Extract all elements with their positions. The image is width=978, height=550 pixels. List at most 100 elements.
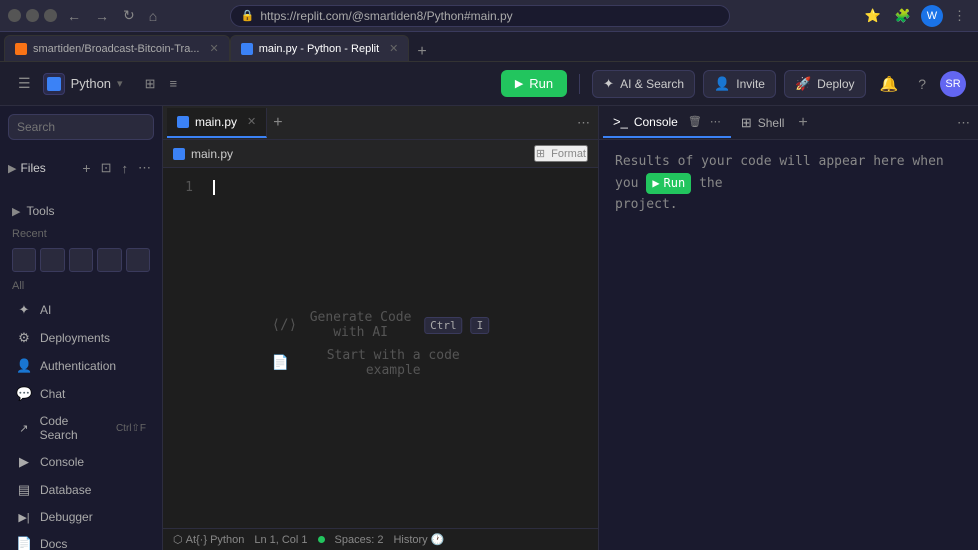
invite-button[interactable]: 👤 Invite [703,70,776,98]
files-icon-button[interactable]: ⊞ [139,72,162,96]
sidebar-item-console[interactable]: ▶ Console [4,449,158,475]
profile-button[interactable]: W [921,5,943,27]
nav-reload-button[interactable]: ↻ [119,5,139,26]
sidebar-item-docs[interactable]: 📄 Docs [4,531,158,550]
sidebar-item-deployments[interactable]: ⚙ Deployments [4,325,158,351]
sidebar-item-authentication[interactable]: 👤 Authentication [4,353,158,379]
i-kbd: I [471,317,490,334]
run-inline-button[interactable]: ▶ Run [646,173,691,194]
recent-thumb-2[interactable] [40,248,64,272]
repl-controls: ☰ Python ▾ [12,71,123,96]
ai-icon: ✦ [603,76,614,92]
format-button[interactable]: ⊞ Format [534,145,588,162]
console-clear-button[interactable]: 🗑 [688,115,702,128]
output-text-the: the [699,176,722,191]
files-new-file-button[interactable]: + [79,158,93,178]
python-status-label: At{·} Python [186,534,245,546]
sidebar-toggle-button[interactable]: ☰ [12,71,37,96]
start-hint-line[interactable]: 📄 Start with a code example [272,348,490,378]
files-header: ▶ Files + ⊡ ↑ ⋯ [0,152,162,182]
right-panel-tabs: >_ Console 🗑 ⋯ ⊞ Shell + ⋯ [599,106,978,140]
history-status[interactable]: History 🕐 [393,533,444,546]
ctrl-kbd: Ctrl [424,317,463,334]
files-upload-button[interactable]: ↑ [119,159,132,178]
format-icon: ⊞ [536,148,545,160]
new-tab-button[interactable]: + [409,43,434,61]
recent-thumb-4[interactable] [97,248,121,272]
python-status-icon: ⬡ [173,533,183,546]
nav-forward-button[interactable]: → [91,6,113,26]
editor-more-button[interactable]: ⋯ [573,113,594,133]
recent-section: Recent [0,224,162,276]
tools-section-header[interactable]: ▶ Tools [0,198,162,220]
more-icon-button[interactable]: ≡ [163,72,183,96]
right-tab-add-button[interactable]: + [794,114,811,132]
invite-label: Invite [736,77,765,91]
run-button[interactable]: ▶ Run [501,70,567,97]
chat-label: Chat [40,387,65,401]
tools-expand-icon: ▶ [12,205,20,218]
file-tab-header: main.py ⊞ Format [163,140,598,168]
tab-close-icon[interactable]: ✕ [389,42,398,55]
tab-console[interactable]: >_ Console 🗑 ⋯ [603,108,731,138]
notifications-button[interactable]: 🔔 [874,71,905,97]
editor-tab-main-py[interactable]: main.py ✕ [167,108,267,138]
output-text-project: project. [615,197,678,212]
lock-icon: 🔒 [241,9,255,22]
right-panel-more-button[interactable]: ⋯ [953,113,974,133]
nav-home-button[interactable]: ⌂ [145,6,161,26]
debugger-label: Debugger [40,510,93,524]
sidebar-item-debugger[interactable]: ▶| Debugger [4,505,158,529]
tab-broadcast[interactable]: smartiden/Broadcast-Bitcoin-Tra... ✕ [4,35,230,61]
tab-main-py[interactable]: main.py - Python - Replit ✕ [230,35,410,61]
sidebar-item-code-search[interactable]: ↗ Code Search Ctrl⇧F [4,409,158,447]
address-bar[interactable]: 🔒 https://replit.com/@smartiden8/Python#… [230,5,730,27]
recent-thumb-3[interactable] [69,248,93,272]
database-label: Database [40,483,91,497]
url-text: https://replit.com/@smartiden8/Python#ma… [260,9,512,23]
generate-hint-line[interactable]: ⟨/⟩ Generate Code with AI Ctrl I [272,310,490,340]
help-button[interactable]: ? [912,72,932,96]
bookmark-button[interactable]: ⭐ [861,6,885,26]
recent-thumb-1[interactable] [12,248,36,272]
repl-icon [43,73,65,95]
editor-tab-actions: ⋯ [573,113,594,133]
editor-new-tab-button[interactable]: + [267,114,288,132]
extensions-button[interactable]: 🧩 [891,6,915,26]
chat-icon: 💬 [16,386,32,402]
repl-name-label: Python [71,76,111,91]
console-output: Results of your code will appear here wh… [599,140,978,550]
tab-label-main: main.py - Python - Replit [259,43,379,55]
repl-arrow-icon: ▾ [117,77,123,90]
files-label: Files [20,161,45,175]
editor-tab-bar: main.py ✕ + ⋯ [163,106,598,140]
deploy-button[interactable]: 🚀 Deploy [784,70,866,98]
code-editor[interactable]: 1 ⟨/⟩ Generate Code with AI Ctrl I 📄 Sta… [163,168,598,528]
search-input[interactable] [8,114,154,140]
docs-icon: 📄 [16,536,32,550]
sidebar-item-chat[interactable]: 💬 Chat [4,381,158,407]
sidebar: ▶ Files + ⊡ ↑ ⋯ ▶ Tools Recent [0,106,163,550]
deployments-label: Deployments [40,331,110,345]
sidebar-item-ai[interactable]: ✦ AI [4,297,158,323]
generate-code-text: Generate Code with AI [305,310,416,340]
console-tab-more-icon: ⋯ [710,115,721,128]
editor-tab-label: main.py [195,115,237,129]
console-label: Console [40,455,84,469]
sidebar-item-database[interactable]: ▤ Database [4,477,158,503]
tab-bar: smartiden/Broadcast-Bitcoin-Tra... ✕ mai… [0,32,978,62]
tab-close-icon[interactable]: ✕ [209,42,218,55]
editor-tab-file-icon [177,116,189,128]
ai-search-button[interactable]: ✦ AI & Search [592,70,695,98]
recent-thumb-5[interactable] [126,248,150,272]
files-more-button[interactable]: ⋯ [135,158,154,178]
files-new-folder-button[interactable]: ⊡ [98,158,115,178]
nav-back-button[interactable]: ← [63,6,85,26]
editor-tab-close-icon[interactable]: ✕ [247,115,256,128]
more-button[interactable]: ⋮ [949,6,970,26]
run-inline-label: Run [664,174,686,193]
shell-tab-icon: ⊞ [741,115,752,131]
history-icon: 🕐 [431,533,445,546]
user-avatar[interactable]: SR [940,71,966,97]
tab-shell[interactable]: ⊞ Shell [731,108,795,138]
